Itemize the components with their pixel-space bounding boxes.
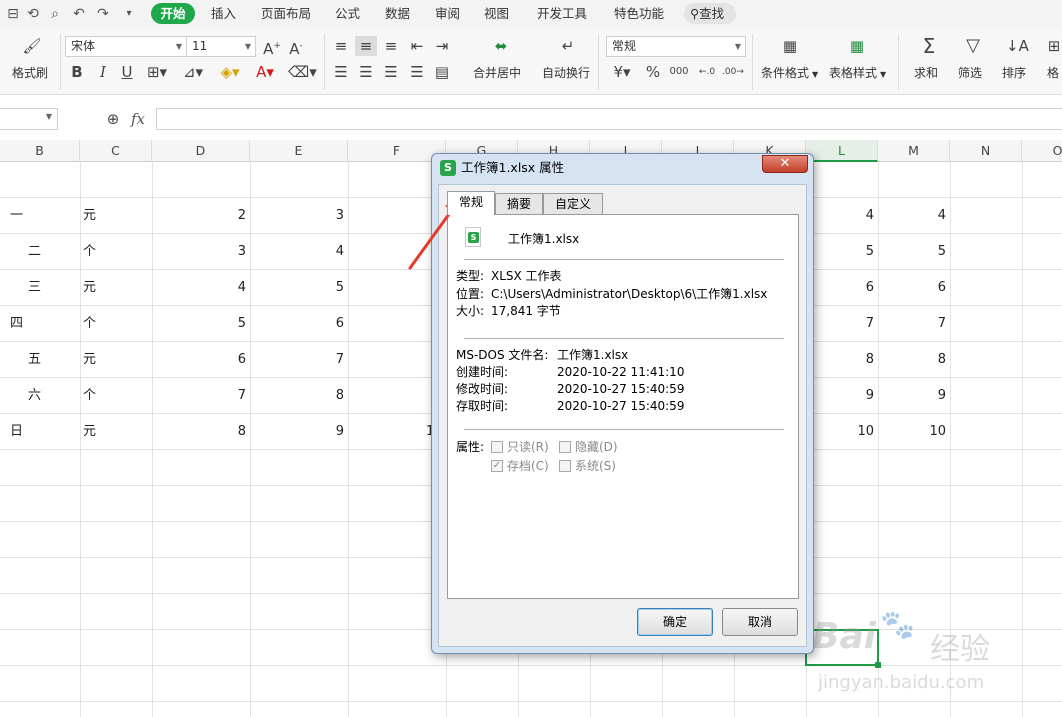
arrow-shaft	[408, 208, 454, 270]
annotation-arrow	[408, 196, 461, 270]
tab-general[interactable]: 常规	[447, 191, 495, 215]
